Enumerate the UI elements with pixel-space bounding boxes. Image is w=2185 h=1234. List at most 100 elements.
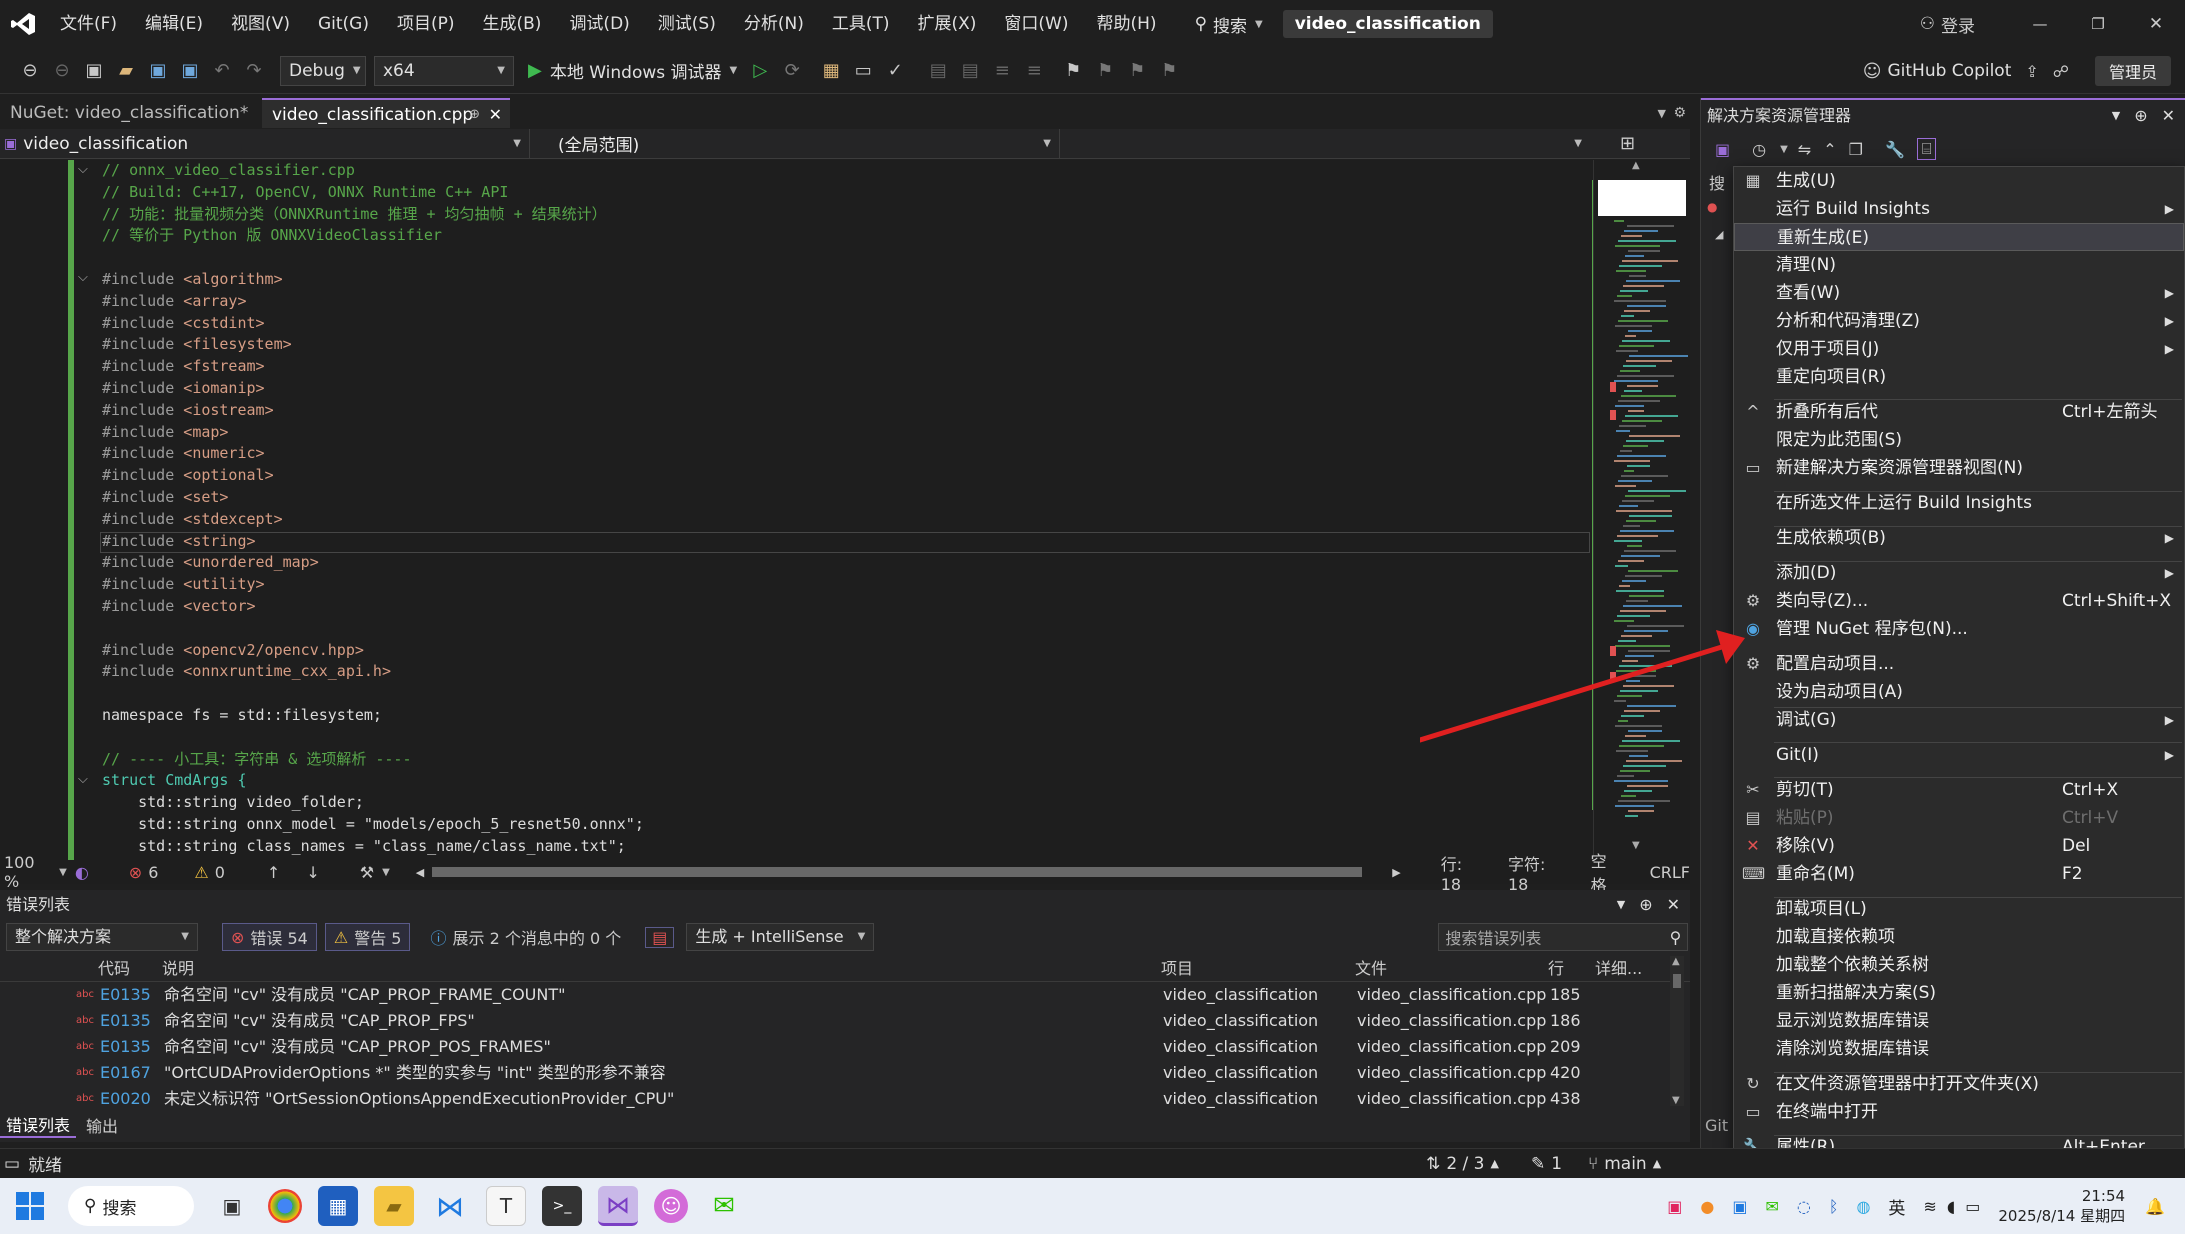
branch-icon[interactable]: ⑂	[1588, 1154, 1598, 1174]
code-line[interactable]: #include <set>	[102, 487, 644, 509]
tray-wechat-icon[interactable]: ✉	[1765, 1197, 1778, 1216]
code-line[interactable]: #include <string>	[102, 531, 644, 553]
chevron-down-icon[interactable]: ▼	[382, 867, 390, 878]
code-line[interactable]: #include <vector>	[102, 596, 644, 618]
account-icon[interactable]: ⚇	[1920, 14, 1935, 34]
chevron-down-icon[interactable]: ▼	[1780, 144, 1788, 155]
uncomment-icon[interactable]: ▤	[957, 58, 983, 84]
menu-item[interactable]: 测试(S)	[644, 0, 730, 48]
context-menu-item[interactable]: 显示浏览数据库错误	[1734, 1007, 2184, 1035]
switch-views-icon[interactable]: ⇋	[1798, 140, 1811, 159]
configuration-dropdown[interactable]: Debug ▼	[280, 55, 366, 86]
tab-nuget[interactable]: NuGet: video_classification*	[0, 98, 262, 128]
column-code[interactable]: 代码	[98, 956, 162, 981]
context-menu-item[interactable]: ^ 折叠所有后代 Ctrl+左箭头	[1734, 398, 2184, 426]
menu-item[interactable]: 调试(D)	[555, 0, 643, 48]
context-menu-item[interactable]: 添加(D) ▶	[1734, 559, 2184, 587]
chevron-down-icon[interactable]: ▼	[59, 867, 67, 878]
table-row[interactable]: abc E0135 命名空间 "cv" 没有成员 "CAP_PROP_POS_FRA…	[0, 1034, 1690, 1060]
panel-menu-icon[interactable]: ▼	[2112, 99, 2120, 133]
indent-icon[interactable]: ≡	[989, 58, 1015, 84]
vscode-icon[interactable]: ⋈	[430, 1186, 470, 1226]
code-line[interactable]	[102, 727, 644, 749]
code-line[interactable]: #include <opencv2/opencv.hpp>	[102, 640, 644, 662]
source-filter-dropdown[interactable]: 生成 + IntelliSense ▼	[686, 923, 875, 951]
search-box[interactable]: ⚲ 搜索 ▼	[1185, 8, 1273, 40]
start-without-debugging-icon[interactable]: ▷	[747, 58, 773, 84]
wifi-icon[interactable]: ≋	[1923, 1197, 1936, 1216]
zoom-level[interactable]: 100 %	[4, 853, 53, 891]
notification-bell-icon[interactable]: 🔔	[2145, 1197, 2165, 1216]
context-menu-item[interactable]: 分析和代码清理(Z) ▶	[1734, 307, 2184, 335]
pin-icon[interactable]: ⊕	[1639, 890, 1652, 920]
redo-icon[interactable]: ↷	[241, 58, 267, 84]
context-menu-item[interactable]: 设为启动项目(A)	[1734, 678, 2184, 706]
tab-settings-icon[interactable]: ⚙	[1673, 105, 1686, 121]
split-editor-icon[interactable]: ⊞	[1620, 133, 1635, 154]
login-button[interactable]: 登录	[1941, 12, 1975, 37]
context-menu-item[interactable]: 重新扫描解决方案(S)	[1734, 979, 2184, 1007]
undo-icon[interactable]: ↶	[209, 58, 235, 84]
error-search-input[interactable]: 搜索错误列表 ⚲	[1438, 923, 1689, 951]
context-menu-item[interactable]: ↻ 在文件资源管理器中打开文件夹(X)	[1734, 1070, 2184, 1098]
battery-icon[interactable]: ▭	[1965, 1197, 1980, 1216]
start-debugging-button[interactable]: ▶ 本地 Windows 调试器 ▼	[528, 58, 737, 83]
code-line[interactable]: #include <utility>	[102, 574, 644, 596]
context-menu-item[interactable]: ⚙ 配置启动项目...	[1734, 650, 2184, 678]
code-editor[interactable]: ⌵ ⌵ ⌵ // onnx_video_classifier.cpp // Bui…	[0, 160, 1595, 860]
hot-reload-icon[interactable]: ⟳	[779, 58, 805, 84]
scroll-left-icon[interactable]: ◀	[416, 866, 424, 879]
clock[interactable]: 21:54 2025/8/14 星期四	[1998, 1186, 2125, 1226]
column-line[interactable]: 行	[1548, 956, 1595, 981]
context-menu-item[interactable]: 加载直接依赖项	[1734, 923, 2184, 951]
navigate-forward-icon[interactable]: ⊖	[49, 58, 75, 84]
share-icon[interactable]: ⇪	[2025, 62, 2038, 81]
column-file[interactable]: 文件	[1355, 956, 1548, 981]
code-cleanup-icon[interactable]: ⚒	[360, 863, 374, 882]
copilot-button[interactable]: GitHub Copilot	[1887, 61, 2011, 81]
code-line[interactable]: #include <fstream>	[102, 356, 644, 378]
app-cat-icon[interactable]: ☺	[654, 1189, 688, 1223]
new-project-icon[interactable]: ▣	[81, 58, 107, 84]
code-line[interactable]: #include <array>	[102, 291, 644, 313]
context-menu-item[interactable]: ✂ 剪切(T) Ctrl+X	[1734, 776, 2184, 804]
code-line[interactable]	[102, 618, 644, 640]
tab-video-classification-cpp[interactable]: video_classification.cpp ⊕ ✕	[262, 98, 510, 128]
tab-overflow-icon[interactable]: ▼	[1658, 107, 1666, 120]
code-line[interactable]: #include <algorithm>	[102, 269, 644, 291]
menu-item[interactable]: 编辑(E)	[131, 0, 217, 48]
context-menu-item[interactable]: 在所选文件上运行 Build Insights	[1734, 489, 2184, 517]
tray-app-icon[interactable]: ●	[1700, 1197, 1714, 1216]
copilot-icon[interactable]: ☺	[1863, 61, 1882, 82]
copy-icon[interactable]: ❐	[1849, 140, 1863, 159]
context-menu-item[interactable]: 重定向项目(R)	[1734, 363, 2184, 391]
code-line[interactable]: #include <filesystem>	[102, 334, 644, 356]
up-down-icon[interactable]: ⇅	[1426, 1154, 1440, 1174]
context-menu-item[interactable]: Git(I) ▶	[1734, 741, 2184, 769]
properties-icon[interactable]: 🔧	[1885, 140, 1905, 159]
menu-item[interactable]: 窗口(W)	[990, 0, 1082, 48]
code-line[interactable]: namespace fs = std::filesystem;	[102, 705, 644, 727]
errors-filter-button[interactable]: ⊗ 错误 54	[222, 923, 317, 951]
task-view-icon[interactable]: ▣	[212, 1186, 252, 1226]
browser-link-icon[interactable]: ▭	[850, 58, 876, 84]
code-line[interactable]: // onnx_video_classifier.cpp	[102, 160, 644, 182]
horizontal-scrollbar[interactable]	[432, 867, 1363, 877]
menu-item[interactable]: 工具(T)	[818, 0, 904, 48]
menu-item[interactable]: 扩展(X)	[904, 0, 991, 48]
line-ending[interactable]: CRLF	[1650, 863, 1690, 882]
volume-icon[interactable]: ◖	[1947, 1197, 1955, 1216]
column-description[interactable]: 说明	[162, 956, 1161, 981]
member-dropdown[interactable]: ▼	[1060, 129, 1590, 159]
bluetooth-icon[interactable]: ᛒ	[1829, 1197, 1839, 1216]
pin-icon[interactable]: ⊕	[469, 100, 480, 130]
project-dropdown[interactable]: ▣ video_classification ▼	[0, 128, 530, 159]
code-line[interactable]: #include <onnxruntime_cxx_api.h>	[102, 661, 644, 683]
spell-check-icon[interactable]: ✓	[882, 58, 908, 84]
code-line[interactable]: // Build: C++17, OpenCV, ONNX Runtime C+…	[102, 182, 644, 204]
cursor-char[interactable]: 字符: 18	[1508, 851, 1569, 894]
code-line[interactable]: #include <iostream>	[102, 400, 644, 422]
navigation-counter[interactable]: 2 / 3	[1446, 1154, 1484, 1174]
minimap-viewport[interactable]	[1598, 180, 1686, 216]
context-menu-item[interactable]: 清除浏览数据库错误	[1734, 1035, 2184, 1063]
